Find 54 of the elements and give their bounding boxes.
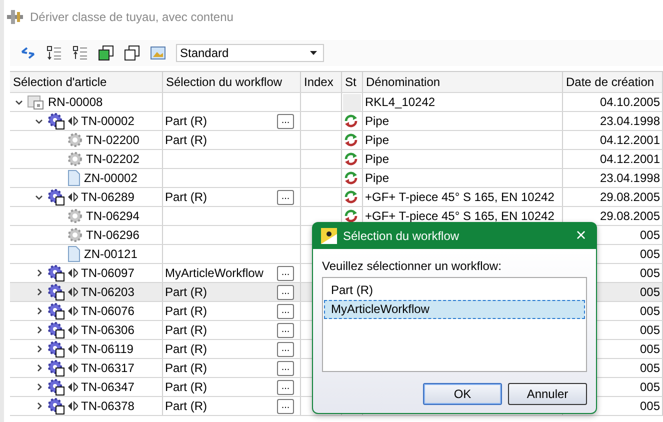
creation-date: 005 — [640, 266, 660, 280]
workflow-name: Part (R) — [165, 342, 207, 356]
creation-date: 005 — [640, 247, 660, 261]
workflow-name: Part (R) — [165, 323, 207, 337]
article-number: TN-06119 — [81, 342, 134, 356]
creation-date: 005 — [640, 228, 660, 242]
article-number: TN-06097 — [81, 266, 134, 280]
workflow-name: Part (R) — [165, 190, 207, 204]
denomination: Pipe — [365, 171, 390, 185]
denomination: Pipe — [365, 114, 390, 128]
article-number: TN-06203 — [81, 285, 134, 299]
workflow-name: Part (R) — [165, 361, 207, 375]
creation-date: 23.04.1998 — [600, 114, 660, 128]
article-number: TN-06378 — [81, 399, 134, 413]
denomination: Pipe — [365, 152, 390, 166]
creation-date: 29.08.2005 — [600, 209, 660, 223]
workflow-name: Part (R) — [165, 133, 207, 147]
workflow-name: Part (R) — [165, 380, 207, 394]
denomination: +GF+ T-piece 45° S 165, EN 10242 — [365, 209, 554, 223]
creation-date: 005 — [640, 342, 660, 356]
creation-date: 04.12.2001 — [600, 133, 660, 147]
workflow-name: MyArticleWorkflow — [165, 266, 264, 280]
article-number: TN-02202 — [86, 152, 140, 166]
article-number: TN-02200 — [86, 133, 140, 147]
creation-date: 23.04.1998 — [600, 171, 660, 185]
article-number: TN-00002 — [81, 114, 134, 128]
denomination: +GF+ T-piece 45° S 165, EN 10242 — [365, 190, 554, 204]
article-number: TN-06076 — [81, 304, 134, 318]
workflow-name: Part (R) — [165, 285, 207, 299]
creation-date: 005 — [640, 285, 660, 299]
article-number: RN-00008 — [48, 95, 103, 109]
denomination: Pipe — [365, 133, 390, 147]
window-title: Dériver classe de tuyau, avec contenu — [30, 10, 234, 24]
denomination: RKL4_10242 — [365, 95, 436, 109]
creation-date: 005 — [640, 304, 660, 318]
article-number: TN-06317 — [81, 361, 134, 375]
article-number: TN-06296 — [86, 228, 140, 242]
article-number: TN-06294 — [86, 209, 140, 223]
article-number: TN-06347 — [81, 380, 134, 394]
creation-date: 005 — [640, 380, 660, 394]
workflow-name: Part (R) — [165, 114, 207, 128]
article-number: ZN-00002 — [84, 171, 138, 185]
creation-date: 005 — [640, 361, 660, 375]
creation-date: 29.08.2005 — [600, 190, 660, 204]
workflow-name: Part (R) — [165, 399, 207, 413]
creation-date: 04.12.2001 — [600, 152, 660, 166]
workflow-name: Part (R) — [165, 304, 207, 318]
article-number: TN-06289 — [81, 190, 134, 204]
creation-date: 04.10.2005 — [600, 95, 660, 109]
dialog-title: Sélection du workflow — [343, 228, 460, 242]
article-number: ZN-00121 — [84, 247, 138, 261]
article-number: TN-06306 — [81, 323, 134, 337]
creation-date: 005 — [640, 323, 660, 337]
creation-date: 005 — [640, 399, 660, 413]
